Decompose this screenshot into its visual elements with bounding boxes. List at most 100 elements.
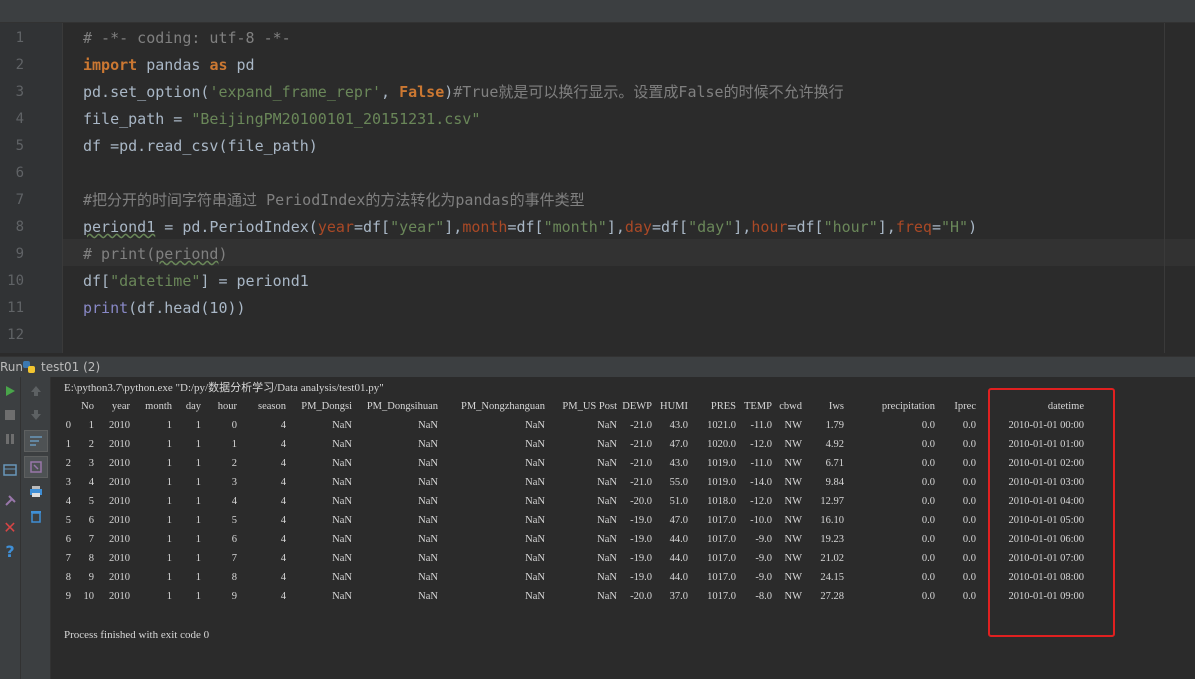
table-cell: -9.0 [755,553,772,564]
table-cell: 4.92 [825,439,844,450]
trash-icon[interactable] [26,507,46,525]
print-icon[interactable] [26,483,46,499]
table-cell: 2010 [109,458,130,469]
table-cell: 6 [88,515,94,526]
table-cell: NaN [332,515,352,526]
table-cell: NaN [418,420,438,431]
table-cell: 0.0 [921,458,935,469]
table-cell: NaN [418,591,438,602]
table-cell: 0.0 [921,553,935,564]
layout-icon[interactable] [0,462,20,478]
table-cell: 2010 [109,553,130,564]
table-row-index: 3 [65,477,71,488]
table-cell: 7 [88,534,94,545]
code-text: =df[ [353,218,391,236]
code-line-4[interactable]: file_path = "BeijingPM20100101_20151231.… [83,106,480,133]
code-text: =df[ [787,218,824,236]
table-cell: NaN [332,572,352,583]
code-text: =df[ [651,218,689,236]
line-number: 2 [15,57,24,73]
table-cell: 1017.0 [707,572,736,583]
table-cell: NaN [332,458,352,469]
table-row-index: 2 [65,458,71,469]
code-text: file_path = [83,110,192,128]
code-line-3[interactable]: pd.set_option('expand_frame_repr', False… [83,79,844,106]
table-header-cell: HUMI [660,401,688,412]
up-arrow-icon[interactable] [26,383,46,399]
comment: #True就是可以换行显示。设置成False的时候不允许换行 [453,83,844,101]
close-icon[interactable]: ✕ [0,518,20,537]
table-cell: 19.23 [820,534,844,545]
table-cell: 1 [166,572,172,583]
table-cell: -21.0 [630,458,652,469]
table-cell: 4 [280,458,286,469]
table-cell: 4 [280,439,286,450]
code-line-5[interactable]: df =pd.read_csv(file_path) [83,133,318,160]
table-cell: 8 [231,572,237,583]
run-tab-test01[interactable]: test01 (2) [41,360,100,374]
table-cell: NaN [418,515,438,526]
code-line-2[interactable]: import pandas as pd [83,52,255,79]
table-header-cell: PM_US Post [562,401,617,412]
soft-wrap-icon[interactable] [24,430,48,452]
code-text: ], [733,218,752,236]
code-text: (df.head(10)) [128,299,246,317]
table-cell: 5 [231,515,237,526]
table-cell: NW [784,420,803,431]
code-line-10[interactable]: df["datetime"] = periond1 [83,268,309,295]
table-cell: 0.0 [921,534,935,545]
table-cell: 0.0 [962,496,976,507]
table-cell: 8 [88,553,94,564]
table-cell: 0.0 [921,420,935,431]
param: month [462,218,508,236]
table-cell: 1021.0 [707,420,736,431]
pause-icon[interactable] [0,431,20,447]
table-header-cell: TEMP [743,401,772,412]
table-cell: 4 [280,496,286,507]
keyword: as [209,56,228,74]
line-number: 7 [15,192,24,208]
table-cell: -11.0 [750,420,772,431]
table-row-index: 1 [65,439,71,450]
table-cell: 2010 [109,477,130,488]
stop-icon[interactable] [0,407,20,423]
table-cell: -19.0 [630,553,652,564]
code-line-7[interactable]: #把分开的时间字符串通过 PeriodIndex的方法转化为pandas的事件类… [83,187,585,214]
help-icon[interactable]: ? [0,542,20,561]
scroll-to-end-icon[interactable] [24,456,48,478]
table-cell: 2010 [109,591,130,602]
table-cell: 1 [195,458,201,469]
param: year [317,218,354,236]
table-cell: 21.02 [820,553,844,564]
table-header-cell: PRES [710,401,736,412]
code-line-1[interactable]: # -*- coding: utf-8 -*- [83,25,291,52]
run-panel-header: Run test01 (2) [0,356,1195,377]
table-header-cell: year [111,401,130,412]
right-margin-guide [1164,23,1165,353]
code-text: ], [444,218,463,236]
datetime-column-highlight [988,388,1115,637]
code-line-9[interactable]: # print(periond) [83,241,228,268]
table-cell: NaN [525,534,545,545]
table-cell: NW [784,477,803,488]
table-cell: 2010 [109,496,130,507]
run-icon[interactable] [0,383,20,399]
code-line-11[interactable]: print(df.head(10)) [83,295,246,322]
table-row-index: 8 [65,572,71,583]
table-cell: 9 [88,572,94,583]
table-cell: NW [784,496,803,507]
string-literal: "datetime" [110,272,201,290]
code-line-8[interactable]: periond1 = pd.PeriodIndex(year=df["year"… [83,214,977,241]
table-cell: 0.0 [921,572,935,583]
down-arrow-icon[interactable] [26,407,46,423]
table-cell: -9.0 [755,534,772,545]
run-toolbar-left: ✕ ? [0,377,21,679]
table-cell: 1 [166,458,172,469]
table-cell: 0.0 [962,439,976,450]
code-editor[interactable]: 1 2 3 4 5 6 7 8 9 10 11 12 # -*- coding:… [0,23,1195,353]
table-cell: 1 [88,420,94,431]
table-cell: 1 [166,534,172,545]
pin-icon[interactable] [0,492,20,510]
table-header-cell: Iprec [954,401,976,412]
table-cell: -11.0 [750,458,772,469]
